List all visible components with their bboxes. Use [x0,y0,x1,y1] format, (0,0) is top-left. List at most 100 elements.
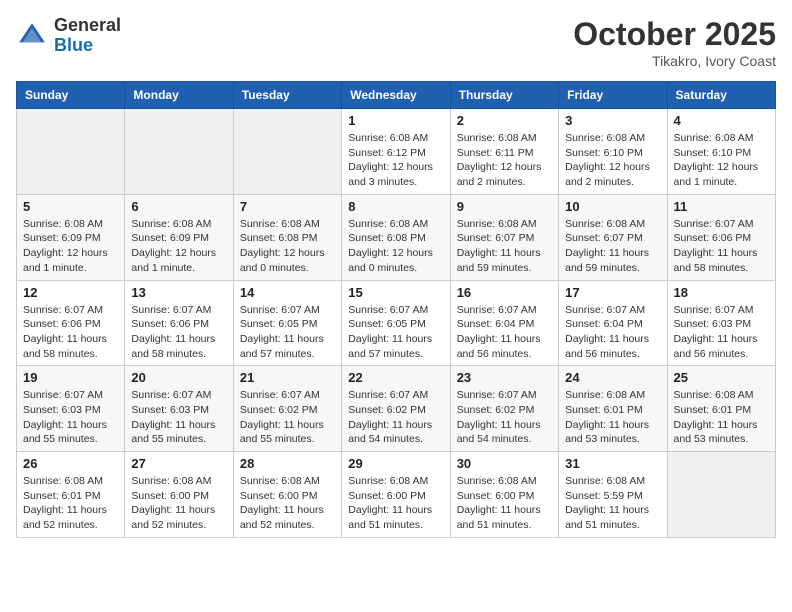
weekday-header-thursday: Thursday [450,82,558,109]
day-number: 9 [457,199,552,214]
title-block: October 2025 Tikakro, Ivory Coast [573,16,776,69]
weekday-header-monday: Monday [125,82,233,109]
calendar-cell: 18 Sunrise: 6:07 AMSunset: 6:03 PMDayligh… [667,280,775,366]
calendar-cell: 24 Sunrise: 6:08 AMSunset: 6:01 PMDayligh… [559,366,667,452]
day-info: Sunrise: 6:07 AMSunset: 6:03 PMDaylight:… [674,303,769,362]
calendar-cell: 1Sunrise: 6:08 AMSunset: 6:12 PMDaylight… [342,109,450,195]
day-info: Sunrise: 6:08 AMSunset: 6:09 PMDaylight:… [131,217,226,276]
day-number: 20 [131,370,226,385]
calendar-week-1: 1Sunrise: 6:08 AMSunset: 6:12 PMDaylight… [17,109,776,195]
day-number: 29 [348,456,443,471]
day-info: Sunrise: 6:07 AMSunset: 6:03 PMDaylight:… [131,388,226,447]
calendar-week-3: 12 Sunrise: 6:07 AMSunset: 6:06 PMDayligh… [17,280,776,366]
day-number: 23 [457,370,552,385]
calendar-cell: 21Sunrise: 6:07 AMSunset: 6:02 PMDayligh… [233,366,341,452]
calendar-cell: 26 Sunrise: 6:08 AMSunset: 6:01 PMDayligh… [17,452,125,538]
calendar-cell: 6 Sunrise: 6:08 AMSunset: 6:09 PMDaylight… [125,194,233,280]
day-number: 30 [457,456,552,471]
calendar-cell: 8Sunrise: 6:08 AMSunset: 6:08 PMDaylight… [342,194,450,280]
day-number: 6 [131,199,226,214]
day-info: Sunrise: 6:08 AMSunset: 6:07 PMDaylight:… [565,217,660,276]
page-header: General Blue October 2025 Tikakro, Ivory… [16,16,776,69]
day-info: Sunrise: 6:08 AMSunset: 6:10 PMDaylight:… [674,131,769,190]
day-info: Sunrise: 6:08 AMSunset: 6:07 PMDaylight:… [457,217,552,276]
calendar-cell: 9 Sunrise: 6:08 AMSunset: 6:07 PMDaylight… [450,194,558,280]
calendar-cell: 2 Sunrise: 6:08 AMSunset: 6:11 PMDaylight… [450,109,558,195]
day-info: Sunrise: 6:08 AMSunset: 6:10 PMDaylight:… [565,131,660,190]
day-number: 14 [240,285,335,300]
day-info: Sunrise: 6:08 AMSunset: 6:01 PMDaylight:… [23,474,118,533]
day-number: 31 [565,456,660,471]
calendar-cell: 22Sunrise: 6:07 AMSunset: 6:02 PMDayligh… [342,366,450,452]
day-number: 12 [23,285,118,300]
day-number: 18 [674,285,769,300]
day-number: 26 [23,456,118,471]
day-info: Sunrise: 6:08 AMSunset: 6:11 PMDaylight:… [457,131,552,190]
weekday-header-friday: Friday [559,82,667,109]
calendar-cell: 4 Sunrise: 6:08 AMSunset: 6:10 PMDaylight… [667,109,775,195]
day-number: 19 [23,370,118,385]
day-info: Sunrise: 6:08 AMSunset: 6:00 PMDaylight:… [131,474,226,533]
month-title: October 2025 [573,16,776,53]
day-number: 7 [240,199,335,214]
calendar-cell [233,109,341,195]
day-number: 2 [457,113,552,128]
calendar-cell [17,109,125,195]
calendar-cell: 27Sunrise: 6:08 AMSunset: 6:00 PMDayligh… [125,452,233,538]
day-info: Sunrise: 6:08 AMSunset: 6:00 PMDaylight:… [457,474,552,533]
weekday-header-saturday: Saturday [667,82,775,109]
calendar-cell: 25 Sunrise: 6:08 AMSunset: 6:01 PMDayligh… [667,366,775,452]
day-info: Sunrise: 6:08 AMSunset: 6:01 PMDaylight:… [674,388,769,447]
day-number: 15 [348,285,443,300]
calendar-cell: 14 Sunrise: 6:07 AMSunset: 6:05 PMDayligh… [233,280,341,366]
calendar-cell: 12 Sunrise: 6:07 AMSunset: 6:06 PMDayligh… [17,280,125,366]
day-number: 24 [565,370,660,385]
calendar-table: SundayMondayTuesdayWednesdayThursdayFrid… [16,81,776,538]
day-number: 17 [565,285,660,300]
calendar-cell: 5 Sunrise: 6:08 AMSunset: 6:09 PMDaylight… [17,194,125,280]
weekday-header-wednesday: Wednesday [342,82,450,109]
calendar-cell: 31 Sunrise: 6:08 AMSunset: 5:59 PMDayligh… [559,452,667,538]
day-info: Sunrise: 6:07 AMSunset: 6:05 PMDaylight:… [240,303,335,362]
day-info: Sunrise: 6:08 AMSunset: 6:08 PMDaylight:… [240,217,335,276]
calendar-week-4: 19 Sunrise: 6:07 AMSunset: 6:03 PMDayligh… [17,366,776,452]
calendar-cell: 20 Sunrise: 6:07 AMSunset: 6:03 PMDayligh… [125,366,233,452]
day-info: Sunrise: 6:07 AMSunset: 6:02 PMDaylight:… [457,388,552,447]
calendar-cell: 30 Sunrise: 6:08 AMSunset: 6:00 PMDayligh… [450,452,558,538]
calendar-cell [125,109,233,195]
day-info: Sunrise: 6:07 AMSunset: 6:06 PMDaylight:… [674,217,769,276]
day-info: Sunrise: 6:07 AMSunset: 6:06 PMDaylight:… [131,303,226,362]
day-info: Sunrise: 6:08 AMSunset: 6:01 PMDaylight:… [565,388,660,447]
day-number: 21 [240,370,335,385]
day-info: Sunrise: 6:08 AMSunset: 6:00 PMDaylight:… [240,474,335,533]
day-number: 25 [674,370,769,385]
calendar-cell [667,452,775,538]
day-info: Sunrise: 6:07 AMSunset: 6:06 PMDaylight:… [23,303,118,362]
day-info: Sunrise: 6:07 AMSunset: 6:04 PMDaylight:… [565,303,660,362]
day-info: Sunrise: 6:07 AMSunset: 6:02 PMDaylight:… [348,388,443,447]
day-number: 28 [240,456,335,471]
location: Tikakro, Ivory Coast [573,53,776,69]
day-number: 1 [348,113,443,128]
calendar-week-2: 5 Sunrise: 6:08 AMSunset: 6:09 PMDaylight… [17,194,776,280]
day-number: 10 [565,199,660,214]
calendar-cell: 10 Sunrise: 6:08 AMSunset: 6:07 PMDayligh… [559,194,667,280]
day-number: 13 [131,285,226,300]
calendar-cell: 28 Sunrise: 6:08 AMSunset: 6:00 PMDayligh… [233,452,341,538]
weekday-header-row: SundayMondayTuesdayWednesdayThursdayFrid… [17,82,776,109]
day-number: 4 [674,113,769,128]
calendar-cell: 15 Sunrise: 6:07 AMSunset: 6:05 PMDayligh… [342,280,450,366]
day-info: Sunrise: 6:08 AMSunset: 6:00 PMDaylight:… [348,474,443,533]
calendar-cell: 17 Sunrise: 6:07 AMSunset: 6:04 PMDayligh… [559,280,667,366]
calendar-cell: 23 Sunrise: 6:07 AMSunset: 6:02 PMDayligh… [450,366,558,452]
day-info: Sunrise: 6:08 AMSunset: 5:59 PMDaylight:… [565,474,660,533]
calendar-cell: 19Sunrise: 6:07 AMSunset: 6:03 PMDayligh… [17,366,125,452]
logo-text: General Blue [54,16,121,56]
calendar-cell: 29 Sunrise: 6:08 AMSunset: 6:00 PMDayligh… [342,452,450,538]
day-info: Sunrise: 6:08 AMSunset: 6:09 PMDaylight:… [23,217,118,276]
day-number: 5 [23,199,118,214]
day-info: Sunrise: 6:07 AMSunset: 6:05 PMDaylight:… [348,303,443,362]
day-info: Sunrise: 6:08 AMSunset: 6:08 PMDaylight:… [348,217,443,276]
day-number: 16 [457,285,552,300]
day-number: 11 [674,199,769,214]
